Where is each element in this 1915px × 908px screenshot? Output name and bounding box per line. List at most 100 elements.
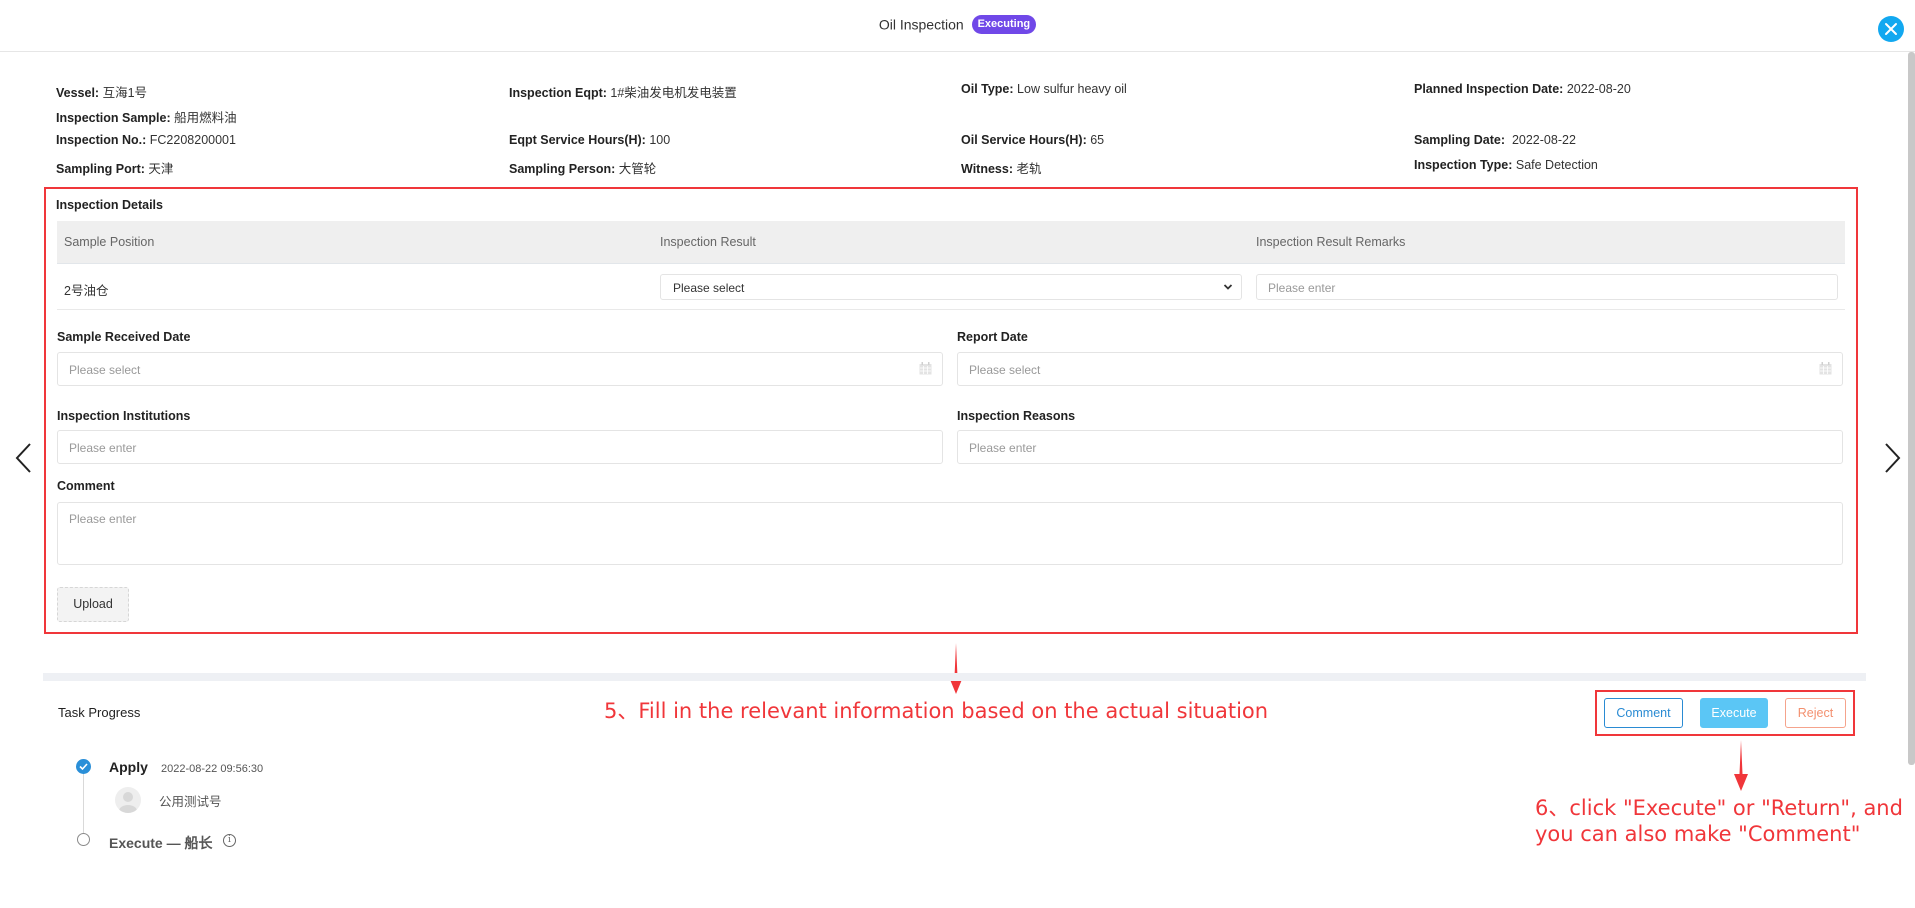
comment-label: Comment (57, 479, 115, 493)
report-date-placeholder: Please select (969, 363, 1041, 377)
info-value: Safe Detection (1515, 158, 1598, 172)
sample-received-date-input[interactable]: Please select (57, 352, 943, 386)
upload-button[interactable]: Upload (57, 587, 129, 622)
info-planned-inspection-date: Planned Inspection Date: 2022-08-20 (1414, 82, 1631, 96)
inspection-result-selected: Please select (673, 281, 745, 295)
next-button[interactable] (1880, 438, 1906, 478)
info-inspection-sample: Inspection Sample: 船用燃料油 (56, 107, 237, 126)
info-label: Sampling Person: (509, 162, 616, 176)
table-row: 2号油仓 Please select Please enter (57, 264, 1845, 310)
sample-received-date-placeholder: Please select (69, 363, 141, 377)
annotation-step6-line2: you can also make "Comment" (1535, 822, 1861, 846)
info-inspection-type: Inspection Type: Safe Detection (1414, 158, 1598, 172)
info-oil-service-hours: Oil Service Hours(H): 65 (961, 133, 1104, 147)
info-label: Oil Service Hours(H): (961, 133, 1087, 147)
info-value: 天津 (148, 162, 174, 176)
annotation-arrow-down-icon (1734, 740, 1748, 791)
column-header-sample-position: Sample Position (64, 235, 155, 249)
report-date-input[interactable]: Please select (957, 352, 1843, 386)
comment-button[interactable]: Comment (1604, 698, 1683, 728)
info-label: Vessel: (56, 86, 100, 100)
info-label: Planned Inspection Date: (1414, 82, 1564, 96)
info-sampling-port: Sampling Port: 天津 (56, 158, 173, 177)
info-value: 1#柴油发电机发电装置 (610, 86, 737, 100)
title-wrap: Oil Inspection Executing (0, 15, 1915, 34)
inspection-reasons-placeholder: Please enter (969, 441, 1037, 455)
step-pending-icon (77, 833, 90, 846)
execute-button[interactable]: Execute (1700, 698, 1768, 728)
close-button[interactable] (1878, 16, 1904, 42)
info-label: Inspection Type: (1414, 158, 1513, 172)
comment-textarea[interactable]: Please enter (57, 502, 1843, 565)
calendar-icon (1819, 362, 1832, 375)
info-label: Witness: (961, 162, 1013, 176)
step-apply-title: Apply (109, 759, 148, 775)
info-value: 2022-08-22 (1511, 133, 1576, 147)
chevron-down-icon (1223, 284, 1233, 290)
step-done-icon (76, 759, 91, 774)
info-oil-type: Oil Type: Low sulfur heavy oil (961, 82, 1127, 96)
check-icon (79, 763, 88, 771)
column-header-inspection-result-remarks: Inspection Result Remarks (1256, 235, 1406, 249)
chevron-left-icon (15, 443, 31, 473)
section-divider (43, 673, 1866, 681)
info-sampling-person: Sampling Person: 大管轮 (509, 158, 656, 177)
modal-header: Oil Inspection Executing (0, 0, 1915, 52)
inspection-result-remarks-placeholder: Please enter (1268, 281, 1336, 295)
annotation-step5: 5、Fill in the relevant information based… (604, 699, 1269, 723)
info-value: 100 (649, 133, 671, 147)
user-avatar-icon (119, 792, 137, 813)
calendar-icon (919, 362, 932, 375)
sample-position-cell: 2号油仓 (64, 284, 109, 298)
info-value: 互海1号 (102, 86, 148, 100)
step-apply-user: 公用测试号 (159, 795, 222, 809)
inspection-result-select[interactable]: Please select (660, 274, 1242, 300)
info-label: Inspection No.: (56, 133, 147, 147)
task-progress-title: Task Progress (58, 705, 141, 720)
info-value: FC2208200001 (149, 133, 236, 147)
info-value: 65 (1090, 133, 1105, 147)
avatar (115, 787, 141, 813)
info-eqpt-service-hours: Eqpt Service Hours(H): 100 (509, 133, 670, 147)
info-label: Oil Type: (961, 82, 1014, 96)
inspection-details-title: Inspection Details (56, 198, 163, 212)
inspection-institutions-placeholder: Please enter (69, 441, 137, 455)
info-label: Sampling Date: (1414, 133, 1505, 147)
close-icon (1885, 23, 1897, 35)
report-date-label: Report Date (957, 330, 1028, 344)
reject-button[interactable]: Reject (1785, 698, 1846, 728)
info-label: Sampling Port: (56, 162, 145, 176)
vertical-scrollbar[interactable] (1908, 52, 1915, 765)
comment-placeholder: Please enter (69, 512, 137, 526)
inspection-reasons-input[interactable]: Please enter (957, 430, 1843, 464)
inspection-result-remarks-input[interactable]: Please enter (1256, 274, 1838, 300)
sample-received-date-label: Sample Received Date (57, 330, 191, 344)
inspection-institutions-label: Inspection Institutions (57, 409, 191, 423)
page-title: Oil Inspection (878, 16, 964, 33)
info-label: Inspection Sample: (56, 111, 171, 125)
column-header-inspection-result: Inspection Result (660, 235, 756, 249)
info-value: Low sulfur heavy oil (1017, 82, 1127, 96)
info-value: 老轨 (1016, 162, 1042, 176)
step-execute-title: Execute — 船长 (109, 835, 213, 851)
chevron-right-icon (1885, 443, 1901, 473)
previous-button[interactable] (10, 438, 36, 478)
info-inspection-no: Inspection No.: FC2208200001 (56, 133, 236, 147)
timeline-connector (83, 773, 84, 833)
status-badge: Executing (971, 15, 1037, 34)
info-value: 船用燃料油 (174, 111, 237, 125)
annotation-step6-line1: 6、click "Execute" or "Return", and (1535, 796, 1903, 820)
info-sampling-date: Sampling Date: 2022-08-22 (1414, 133, 1576, 147)
table-header: Sample Position Inspection Result Inspec… (57, 221, 1845, 264)
info-value: 2022-08-20 (1566, 82, 1631, 96)
info-inspection-eqpt: Inspection Eqpt: 1#柴油发电机发电装置 (509, 82, 737, 101)
info-label: Eqpt Service Hours(H): (509, 133, 646, 147)
info-vessel: Vessel: 互海1号 (56, 82, 147, 101)
info-label: Inspection Eqpt: (509, 86, 607, 100)
inspection-institutions-input[interactable]: Please enter (57, 430, 943, 464)
annotation-arrow-down-icon (949, 643, 963, 694)
step-apply-time: 2022-08-22 09:56:30 (161, 763, 264, 775)
info-value: 大管轮 (618, 162, 657, 176)
info-witness: Witness: 老轨 (961, 158, 1041, 177)
info-icon[interactable]: i (223, 834, 236, 847)
